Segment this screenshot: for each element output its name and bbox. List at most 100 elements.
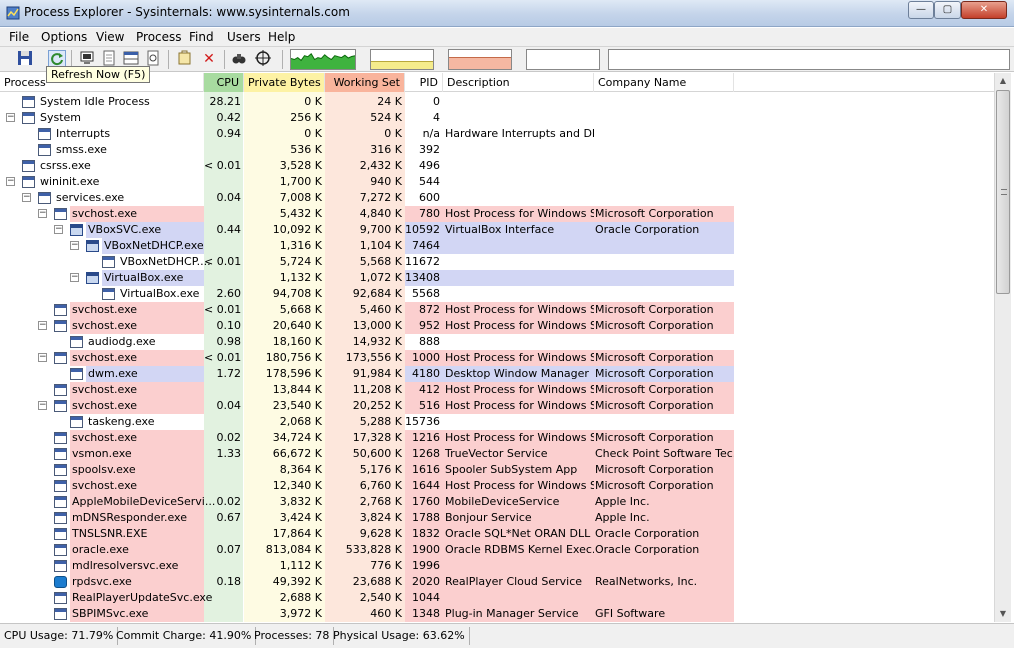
table-row[interactable]: − VBoxNetDHCP.exe 1,316 K 1,104 K 7464: [0, 238, 994, 254]
menu-find[interactable]: Find: [189, 30, 214, 44]
company-value: [594, 270, 734, 286]
tree-collapse-toggle[interactable]: −: [70, 273, 79, 282]
tree-collapse-toggle[interactable]: −: [38, 401, 47, 410]
private-bytes-value: 49,392 K: [272, 575, 322, 588]
process-table: Process CPU Private Bytes Working Set PI…: [0, 73, 994, 622]
table-row[interactable]: dwm.exe 1.72 178,596 K 91,984 K 4180 Desktop …: [0, 366, 994, 382]
find-icon[interactable]: [230, 50, 248, 68]
table-row[interactable]: SBPIMSvc.exe 3,972 K 460 K 1348 Plug-in Mana…: [0, 606, 994, 622]
table-row[interactable]: audiodg.exe 0.98 18,160 K 14,932 K 888: [0, 334, 994, 350]
cpu-value: [204, 606, 244, 622]
table-row[interactable]: mdlresolversvc.exe 1,112 K 776 K 1996: [0, 558, 994, 574]
menu-view[interactable]: View: [96, 30, 124, 44]
table-row[interactable]: svchost.exe < 0.01 5,668 K 5,460 K 872 Host P…: [0, 302, 994, 318]
maximize-button[interactable]: ▢: [934, 1, 961, 19]
status-bar: CPU Usage: 71.79% Commit Charge: 41.90% …: [0, 623, 1014, 648]
table-row[interactable]: oracle.exe 0.07 813,084 K 533,828 K 1900 Orac…: [0, 542, 994, 558]
tree-collapse-toggle[interactable]: −: [6, 177, 15, 186]
scroll-up-arrow-icon[interactable]: ▲: [995, 73, 1011, 89]
table-row[interactable]: − svchost.exe < 0.01 180,756 K 173,556 K 1000…: [0, 350, 994, 366]
save-icon[interactable]: [16, 50, 34, 68]
kill-process-icon[interactable]: ✕: [200, 50, 218, 68]
scroll-thumb[interactable]: [996, 90, 1010, 294]
table-row[interactable]: spoolsv.exe 8,364 K 5,176 K 1616 Spooler Sub…: [0, 462, 994, 478]
menu-process[interactable]: Process: [136, 30, 182, 44]
table-row[interactable]: svchost.exe 12,340 K 6,760 K 1644 Host Proce…: [0, 478, 994, 494]
description-value: TrueVector Service: [443, 446, 594, 462]
column-working-set[interactable]: Working Set: [325, 73, 405, 92]
table-row[interactable]: Interrupts 0.94 0 K 0 K n/a Hardware Interrup…: [0, 126, 994, 142]
description-value: Host Process for Windows S...: [443, 318, 594, 334]
private-bytes-value: 3,972 K: [279, 607, 322, 620]
working-set-value: 533,828 K: [345, 543, 402, 556]
private-bytes-value: 536 K: [290, 143, 322, 156]
column-private-bytes[interactable]: Private Bytes: [244, 73, 325, 92]
vertical-scrollbar[interactable]: ▲ ▼: [994, 73, 1011, 622]
commit-graph[interactable]: [370, 49, 434, 70]
description-value: Host Process for Windows S...: [443, 302, 594, 318]
scroll-down-arrow-icon[interactable]: ▼: [995, 606, 1011, 622]
table-row[interactable]: − svchost.exe 0.10 20,640 K 13,000 K 952 Host …: [0, 318, 994, 334]
tree-collapse-toggle[interactable]: −: [22, 193, 31, 202]
cpu-value: 0.42: [216, 111, 242, 124]
table-row[interactable]: System Idle Process 28.21 0 K 24 K 0: [0, 94, 994, 110]
handle-search-icon[interactable]: [176, 50, 194, 68]
working-set-value: 91,984 K: [352, 367, 402, 380]
table-row[interactable]: − wininit.exe 1,700 K 940 K 544: [0, 174, 994, 190]
column-company[interactable]: Company Name: [594, 73, 734, 92]
target-window-icon[interactable]: [254, 50, 272, 68]
process-icon: [54, 512, 67, 524]
table-row[interactable]: svchost.exe 0.02 34,724 K 17,328 K 1216 Host …: [0, 430, 994, 446]
virtualbox-icon: [86, 240, 99, 252]
table-row[interactable]: − VBoxSVC.exe 0.44 10,092 K 9,700 K 10592 Virt…: [0, 222, 994, 238]
column-description[interactable]: Description: [443, 73, 594, 92]
column-pid[interactable]: PID: [405, 73, 443, 92]
tree-collapse-toggle[interactable]: −: [38, 209, 47, 218]
table-row[interactable]: − System 0.42 256 K 524 K 4: [0, 110, 994, 126]
private-bytes-value: 2,688 K: [279, 591, 322, 604]
cpu-value: 0.18: [216, 575, 242, 588]
table-row[interactable]: − VirtualBox.exe 1,132 K 1,072 K 13408: [0, 270, 994, 286]
close-button[interactable]: ✕: [961, 1, 1007, 19]
physical-memory-graph[interactable]: [448, 49, 512, 70]
menu-options[interactable]: Options: [41, 30, 87, 44]
io-graph[interactable]: [526, 49, 600, 70]
tree-collapse-toggle[interactable]: −: [38, 353, 47, 362]
cpu-graph[interactable]: [290, 49, 356, 70]
tree-collapse-toggle[interactable]: −: [70, 241, 79, 250]
tree-collapse-toggle[interactable]: −: [6, 113, 15, 122]
working-set-value: 9,628 K: [359, 527, 402, 540]
menu-users[interactable]: Users: [227, 30, 261, 44]
menu-file[interactable]: File: [9, 30, 29, 44]
company-value: Microsoft Corporation: [594, 382, 734, 398]
table-row[interactable]: − svchost.exe 0.04 23,540 K 20,252 K 516 Host …: [0, 398, 994, 414]
tree-collapse-toggle[interactable]: −: [54, 225, 63, 234]
table-row[interactable]: RealPlayerUpdateSvc.exe 2,688 K 2,540 K 104…: [0, 590, 994, 606]
minimize-button[interactable]: —: [908, 1, 934, 19]
table-row[interactable]: AppleMobileDeviceServi... 0.02 3,832 K 2,76…: [0, 494, 994, 510]
table-row[interactable]: − services.exe 0.04 7,008 K 7,272 K 600: [0, 190, 994, 206]
private-bytes-value: 3,832 K: [279, 495, 322, 508]
table-row[interactable]: mDNSResponder.exe 0.67 3,424 K 3,824 K 1788 B…: [0, 510, 994, 526]
working-set-value: 524 K: [370, 111, 402, 124]
tree-collapse-toggle[interactable]: −: [38, 321, 47, 330]
column-cpu[interactable]: CPU: [204, 73, 244, 92]
table-row[interactable]: vsmon.exe 1.33 66,672 K 50,600 K 1268 TrueVec…: [0, 446, 994, 462]
table-row[interactable]: taskeng.exe 2,068 K 5,288 K 15736: [0, 414, 994, 430]
table-row[interactable]: − svchost.exe 5,432 K 4,840 K 780 Host Proces…: [0, 206, 994, 222]
private-bytes-value: 3,424 K: [279, 511, 322, 524]
table-row[interactable]: rpdsvc.exe 0.18 49,392 K 23,688 K 2020 RealPl…: [0, 574, 994, 590]
process-name: svchost.exe: [70, 318, 204, 334]
description-value: [443, 270, 594, 286]
table-row[interactable]: csrss.exe < 0.01 3,528 K 2,432 K 496: [0, 158, 994, 174]
process-name: System: [40, 111, 82, 124]
private-bytes-value: 17,864 K: [272, 527, 322, 540]
table-row[interactable]: TNSLSNR.EXE 17,864 K 9,628 K 1832 Oracle SQL…: [0, 526, 994, 542]
pid-value: 780: [405, 206, 443, 222]
network-graph[interactable]: [608, 49, 1010, 70]
table-row[interactable]: svchost.exe 13,844 K 11,208 K 412 Host Proce…: [0, 382, 994, 398]
table-row[interactable]: smss.exe 536 K 316 K 392: [0, 142, 994, 158]
table-row[interactable]: VBoxNetDHCP.... < 0.01 5,724 K 5,568 K 11672: [0, 254, 994, 270]
table-row[interactable]: VirtualBox.exe 2.60 94,708 K 92,684 K 5568: [0, 286, 994, 302]
menu-help[interactable]: Help: [268, 30, 295, 44]
